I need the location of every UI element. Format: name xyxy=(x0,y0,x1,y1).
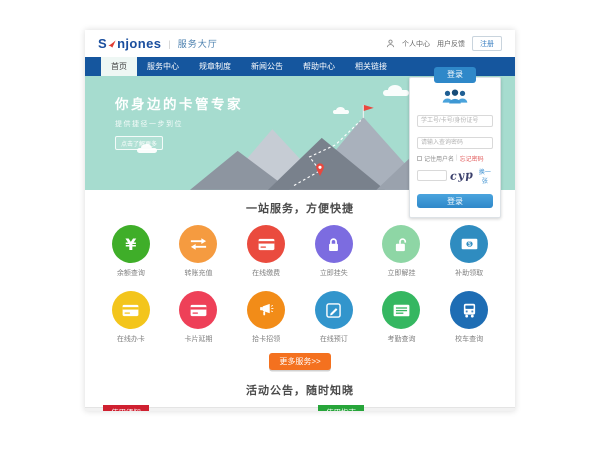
logo[interactable]: S njones xyxy=(98,36,161,51)
card-icon xyxy=(190,304,207,317)
service-label: 卡片延期 xyxy=(165,334,233,344)
service-label: 在线缴费 xyxy=(232,268,300,278)
bus-icon-circle[interactable] xyxy=(450,291,488,329)
service-item-balance[interactable]: ¥ 余额查询 xyxy=(97,225,165,278)
service-label: 在线办卡 xyxy=(97,334,165,344)
header: S njones | 服务大厅 个人中心 用户反馈 注册 xyxy=(85,30,515,57)
users-icon xyxy=(440,88,470,104)
card-icon-circle[interactable] xyxy=(179,291,217,329)
announcements-bar: 使用须知 最新公告 更多>> 使用指南 更多>> xyxy=(85,407,515,411)
yuan-icon: ¥ xyxy=(125,235,136,254)
forgot-password-link[interactable]: 忘记密码 xyxy=(460,154,484,163)
nav-item-service-center[interactable]: 服务中心 xyxy=(137,57,189,76)
card-icon-circle[interactable] xyxy=(112,291,150,329)
logo-text-suffix: njones xyxy=(117,36,161,51)
banknote-icon: $ xyxy=(461,238,478,250)
bus-icon xyxy=(462,303,477,318)
remember-checkbox[interactable] xyxy=(417,156,422,161)
unlock-icon-circle[interactable] xyxy=(382,225,420,263)
announcements-section: 活动公告，随时知晓 使用须知 最新公告 更多>> 使用指南 更多>> xyxy=(85,382,515,411)
logo-text-prefix: S xyxy=(98,36,107,51)
nav-item-links[interactable]: 相关链接 xyxy=(345,57,397,76)
service-label: 余额查询 xyxy=(97,268,165,278)
nav-item-home[interactable]: 首页 xyxy=(101,57,137,76)
service-item-subsidy[interactable]: $ 补助领取 xyxy=(435,225,503,278)
personal-center-link[interactable]: 个人中心 xyxy=(402,39,430,49)
announcement-panel-notice: 使用须知 最新公告 更多>> xyxy=(85,408,300,411)
login-form: 记住用户名 | 忘记密码 cyp 换一张 登录 xyxy=(409,77,501,218)
more-link[interactable]: 更多>> xyxy=(267,411,288,412)
card-icon xyxy=(258,238,275,251)
card-icon xyxy=(122,304,139,317)
lock-icon xyxy=(327,237,340,252)
banknote-icon-circle[interactable]: $ xyxy=(450,225,488,263)
remember-divider: | xyxy=(456,155,458,161)
announcements-title: 活动公告，随时知晓 xyxy=(85,382,515,398)
service-item-report-loss[interactable]: 立即挂失 xyxy=(300,225,368,278)
service-item-school-bus[interactable]: 校车查询 xyxy=(435,291,503,344)
usage-notice-ribbon[interactable]: 使用须知 xyxy=(103,405,149,411)
attendance-icon xyxy=(393,304,410,317)
service-label: 拾卡招领 xyxy=(232,334,300,344)
login-panel: 登录 记住用户名 | 忘记密码 cyp 换一张 xyxy=(409,64,501,218)
service-item-attendance[interactable]: 考勤查询 xyxy=(368,291,436,344)
service-item-card-extension[interactable]: 卡片延期 xyxy=(165,291,233,344)
service-label: 立即挂失 xyxy=(300,268,368,278)
password-input[interactable] xyxy=(417,137,493,149)
announcement-panel-guide: 使用指南 更多>> xyxy=(300,408,515,411)
user-feedback-link[interactable]: 用户反馈 xyxy=(437,39,465,49)
nav-item-news[interactable]: 新闻公告 xyxy=(241,57,293,76)
page-canvas: S njones | 服务大厅 个人中心 用户反馈 注册 首页 服务中心 规章制… xyxy=(0,0,600,450)
user-icon xyxy=(386,39,395,48)
service-label: 在线预订 xyxy=(300,334,368,344)
nav-item-help[interactable]: 帮助中心 xyxy=(293,57,345,76)
remember-row: 记住用户名 | 忘记密码 xyxy=(417,154,493,163)
account-input[interactable] xyxy=(417,115,493,127)
lock-icon-circle[interactable] xyxy=(315,225,353,263)
transfer-icon xyxy=(189,237,208,251)
service-item-apply-card[interactable]: 在线办卡 xyxy=(97,291,165,344)
service-item-online-payment[interactable]: 在线缴费 xyxy=(232,225,300,278)
attendance-icon-circle[interactable] xyxy=(382,291,420,329)
edit-icon-circle[interactable] xyxy=(315,291,353,329)
login-tab[interactable]: 登录 xyxy=(434,67,476,83)
service-label: 立即解挂 xyxy=(368,268,436,278)
service-item-found-card[interactable]: 拾卡招领 xyxy=(232,291,300,344)
latest-announcements-tab[interactable]: 最新公告 xyxy=(159,410,189,411)
service-item-cancel-loss[interactable]: 立即解挂 xyxy=(368,225,436,278)
megaphone-icon xyxy=(258,303,274,317)
hero-cta-button[interactable]: 点击了解更多 xyxy=(115,136,163,150)
logo-arrow-icon xyxy=(108,39,116,49)
megaphone-icon-circle[interactable] xyxy=(247,291,285,329)
remember-label: 记住用户名 xyxy=(424,154,454,163)
captcha-image[interactable]: cyp xyxy=(450,168,475,183)
header-right: 个人中心 用户反馈 注册 xyxy=(386,36,502,51)
logo-divider: | xyxy=(168,39,170,49)
edit-icon xyxy=(326,303,341,318)
captcha-refresh-link[interactable]: 换一张 xyxy=(477,167,493,185)
captcha-row: cyp 换一张 xyxy=(417,167,493,185)
services-grid: ¥ 余额查询 转账充值 xyxy=(85,225,515,344)
unlock-icon xyxy=(394,237,409,252)
captcha-input[interactable] xyxy=(417,170,447,181)
login-submit-button[interactable]: 登录 xyxy=(417,194,493,208)
service-item-online-booking[interactable]: 在线预订 xyxy=(300,291,368,344)
user-guide-ribbon[interactable]: 使用指南 xyxy=(318,405,364,411)
nav-item-rules[interactable]: 规章制度 xyxy=(189,57,241,76)
service-label: 校车查询 xyxy=(435,334,503,344)
more-services-button[interactable]: 更多服务>> xyxy=(269,353,330,370)
transfer-icon-circle[interactable] xyxy=(179,225,217,263)
card-icon-circle[interactable] xyxy=(247,225,285,263)
yuan-icon-circle[interactable]: ¥ xyxy=(112,225,150,263)
service-label: 考勤查询 xyxy=(368,334,436,344)
more-services-wrap: 更多服务>> xyxy=(85,351,515,370)
site-container: S njones | 服务大厅 个人中心 用户反馈 注册 首页 服务中心 规章制… xyxy=(85,30,515,411)
service-item-transfer[interactable]: 转账充值 xyxy=(165,225,233,278)
register-button[interactable]: 注册 xyxy=(472,36,502,51)
service-label: 补助领取 xyxy=(435,268,503,278)
more-link[interactable]: 更多>> xyxy=(482,411,503,412)
service-label: 转账充值 xyxy=(165,268,233,278)
site-name: 服务大厅 xyxy=(178,37,218,50)
